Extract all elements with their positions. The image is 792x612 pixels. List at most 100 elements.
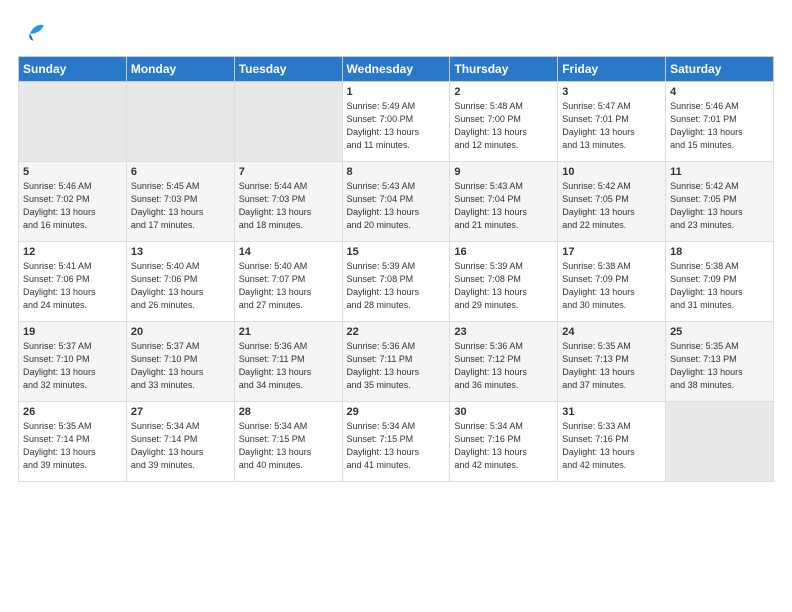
day-number: 20 — [131, 326, 230, 338]
cell-content: Sunrise: 5:39 AM Sunset: 7:08 PM Dayligh… — [454, 260, 553, 312]
cell-content: Sunrise: 5:44 AM Sunset: 7:03 PM Dayligh… — [239, 180, 338, 232]
cell-content: Sunrise: 5:36 AM Sunset: 7:11 PM Dayligh… — [239, 340, 338, 392]
calendar-cell: 5Sunrise: 5:46 AM Sunset: 7:02 PM Daylig… — [19, 162, 127, 242]
cell-content: Sunrise: 5:36 AM Sunset: 7:12 PM Dayligh… — [454, 340, 553, 392]
day-number: 24 — [562, 326, 661, 338]
cell-content: Sunrise: 5:43 AM Sunset: 7:04 PM Dayligh… — [347, 180, 446, 232]
cell-content: Sunrise: 5:33 AM Sunset: 7:16 PM Dayligh… — [562, 420, 661, 472]
calendar-cell: 3 Sunrise: 5:47 AM Sunset: 7:01 PM Daylig… — [558, 82, 666, 162]
day-number: 25 — [670, 326, 769, 338]
day-number: 8 — [347, 166, 446, 178]
cell-content: Sunrise: 5:35 AM Sunset: 7:13 PM Dayligh… — [670, 340, 769, 392]
calendar-cell: 12 Sunrise: 5:41 AM Sunset: 7:06 PM Dayli… — [19, 242, 127, 322]
cell-content: Sunrise: 5:49 AM Sunset: 7:00 PM Dayligh… — [347, 100, 446, 152]
day-number: 29 — [347, 406, 446, 418]
cell-content: Sunrise: 5:47 AM Sunset: 7:01 PM Dayligh… — [562, 100, 661, 152]
calendar-cell: 11 Sunrise: 5:42 AM Sunset: 7:05 PM Dayli… — [666, 162, 774, 242]
cell-content: Sunrise: 5:35 AM Sunset: 7:13 PM Dayligh… — [562, 340, 661, 392]
calendar-table: SundayMondayTuesdayWednesdayThursdayFrid… — [18, 56, 774, 482]
calendar-cell: 10 Sunrise: 5:42 AM Sunset: 7:05 PM Dayli… — [558, 162, 666, 242]
day-number: 22 — [347, 326, 446, 338]
cell-content: Sunrise: 5:34 AM Sunset: 7:16 PM Dayligh… — [454, 420, 553, 472]
day-number: 11 — [670, 166, 769, 178]
cell-content: Sunrise: 5:46 AM Sunset: 7:02 PM Dayligh… — [23, 180, 122, 232]
day-number: 12 — [23, 246, 122, 258]
day-number: 23 — [454, 326, 553, 338]
day-number: 1 — [347, 86, 446, 98]
day-number: 30 — [454, 406, 553, 418]
header-cell-friday: Friday — [558, 57, 666, 82]
day-number: 27 — [131, 406, 230, 418]
day-number: 15 — [347, 246, 446, 258]
cell-content: Sunrise: 5:42 AM Sunset: 7:05 PM Dayligh… — [562, 180, 661, 232]
cell-content: Sunrise: 5:37 AM Sunset: 7:10 PM Dayligh… — [131, 340, 230, 392]
day-number: 21 — [239, 326, 338, 338]
cell-content: Sunrise: 5:48 AM Sunset: 7:00 PM Dayligh… — [454, 100, 553, 152]
header-cell-thursday: Thursday — [450, 57, 558, 82]
calendar-cell: 13 Sunrise: 5:40 AM Sunset: 7:06 PM Dayli… — [126, 242, 234, 322]
cell-content: Sunrise: 5:35 AM Sunset: 7:14 PM Dayligh… — [23, 420, 122, 472]
cell-content: Sunrise: 5:45 AM Sunset: 7:03 PM Dayligh… — [131, 180, 230, 232]
calendar-cell: 9 Sunrise: 5:43 AM Sunset: 7:04 PM Daylig… — [450, 162, 558, 242]
calendar-cell: 30 Sunrise: 5:34 AM Sunset: 7:16 PM Dayli… — [450, 402, 558, 482]
calendar-cell: 16 Sunrise: 5:39 AM Sunset: 7:08 PM Dayli… — [450, 242, 558, 322]
cell-content: Sunrise: 5:36 AM Sunset: 7:11 PM Dayligh… — [347, 340, 446, 392]
day-number: 13 — [131, 246, 230, 258]
calendar-cell: 17 Sunrise: 5:38 AM Sunset: 7:09 PM Dayli… — [558, 242, 666, 322]
calendar-cell: 20 Sunrise: 5:37 AM Sunset: 7:10 PM Dayli… — [126, 322, 234, 402]
cell-content: Sunrise: 5:46 AM Sunset: 7:01 PM Dayligh… — [670, 100, 769, 152]
calendar-cell: 14Sunrise: 5:40 AM Sunset: 7:07 PM Dayli… — [234, 242, 342, 322]
cell-content: Sunrise: 5:37 AM Sunset: 7:10 PM Dayligh… — [23, 340, 122, 392]
header — [18, 18, 774, 46]
calendar-cell — [234, 82, 342, 162]
logo — [18, 18, 49, 46]
week-row-4: 26Sunrise: 5:35 AM Sunset: 7:14 PM Dayli… — [19, 402, 774, 482]
header-cell-sunday: Sunday — [19, 57, 127, 82]
calendar-cell: 15 Sunrise: 5:39 AM Sunset: 7:08 PM Dayli… — [342, 242, 450, 322]
day-number: 2 — [454, 86, 553, 98]
header-row: SundayMondayTuesdayWednesdayThursdayFrid… — [19, 57, 774, 82]
logo-icon — [21, 18, 49, 46]
day-number: 10 — [562, 166, 661, 178]
calendar-cell: 24 Sunrise: 5:35 AM Sunset: 7:13 PM Dayli… — [558, 322, 666, 402]
cell-content: Sunrise: 5:39 AM Sunset: 7:08 PM Dayligh… — [347, 260, 446, 312]
calendar-cell: 31Sunrise: 5:33 AM Sunset: 7:16 PM Dayli… — [558, 402, 666, 482]
day-number: 4 — [670, 86, 769, 98]
week-row-1: 5Sunrise: 5:46 AM Sunset: 7:02 PM Daylig… — [19, 162, 774, 242]
header-cell-saturday: Saturday — [666, 57, 774, 82]
calendar-cell: 7 Sunrise: 5:44 AM Sunset: 7:03 PM Daylig… — [234, 162, 342, 242]
day-number: 16 — [454, 246, 553, 258]
calendar-cell: 26Sunrise: 5:35 AM Sunset: 7:14 PM Dayli… — [19, 402, 127, 482]
calendar-cell: 27 Sunrise: 5:34 AM Sunset: 7:14 PM Dayli… — [126, 402, 234, 482]
calendar-cell: 4 Sunrise: 5:46 AM Sunset: 7:01 PM Daylig… — [666, 82, 774, 162]
calendar-cell: 28Sunrise: 5:34 AM Sunset: 7:15 PM Dayli… — [234, 402, 342, 482]
calendar-cell: 8 Sunrise: 5:43 AM Sunset: 7:04 PM Daylig… — [342, 162, 450, 242]
day-number: 18 — [670, 246, 769, 258]
cell-content: Sunrise: 5:40 AM Sunset: 7:07 PM Dayligh… — [239, 260, 338, 312]
calendar-cell — [126, 82, 234, 162]
day-number: 7 — [239, 166, 338, 178]
cell-content: Sunrise: 5:42 AM Sunset: 7:05 PM Dayligh… — [670, 180, 769, 232]
cell-content: Sunrise: 5:41 AM Sunset: 7:06 PM Dayligh… — [23, 260, 122, 312]
calendar-cell: 19Sunrise: 5:37 AM Sunset: 7:10 PM Dayli… — [19, 322, 127, 402]
calendar-cell: 29Sunrise: 5:34 AM Sunset: 7:15 PM Dayli… — [342, 402, 450, 482]
calendar-cell: 18Sunrise: 5:38 AM Sunset: 7:09 PM Dayli… — [666, 242, 774, 322]
calendar-cell: 1 Sunrise: 5:49 AM Sunset: 7:00 PM Daylig… — [342, 82, 450, 162]
cell-content: Sunrise: 5:38 AM Sunset: 7:09 PM Dayligh… — [562, 260, 661, 312]
calendar-cell: 21 Sunrise: 5:36 AM Sunset: 7:11 PM Dayli… — [234, 322, 342, 402]
week-row-0: 1 Sunrise: 5:49 AM Sunset: 7:00 PM Daylig… — [19, 82, 774, 162]
day-number: 17 — [562, 246, 661, 258]
header-cell-monday: Monday — [126, 57, 234, 82]
cell-content: Sunrise: 5:34 AM Sunset: 7:15 PM Dayligh… — [239, 420, 338, 472]
week-row-2: 12 Sunrise: 5:41 AM Sunset: 7:06 PM Dayli… — [19, 242, 774, 322]
day-number: 9 — [454, 166, 553, 178]
calendar-cell: 23 Sunrise: 5:36 AM Sunset: 7:12 PM Dayli… — [450, 322, 558, 402]
day-number: 3 — [562, 86, 661, 98]
calendar-cell: 22 Sunrise: 5:36 AM Sunset: 7:11 PM Dayli… — [342, 322, 450, 402]
cell-content: Sunrise: 5:43 AM Sunset: 7:04 PM Dayligh… — [454, 180, 553, 232]
cell-content: Sunrise: 5:34 AM Sunset: 7:14 PM Dayligh… — [131, 420, 230, 472]
header-cell-wednesday: Wednesday — [342, 57, 450, 82]
week-row-3: 19Sunrise: 5:37 AM Sunset: 7:10 PM Dayli… — [19, 322, 774, 402]
cell-content: Sunrise: 5:40 AM Sunset: 7:06 PM Dayligh… — [131, 260, 230, 312]
calendar-cell: 6Sunrise: 5:45 AM Sunset: 7:03 PM Daylig… — [126, 162, 234, 242]
